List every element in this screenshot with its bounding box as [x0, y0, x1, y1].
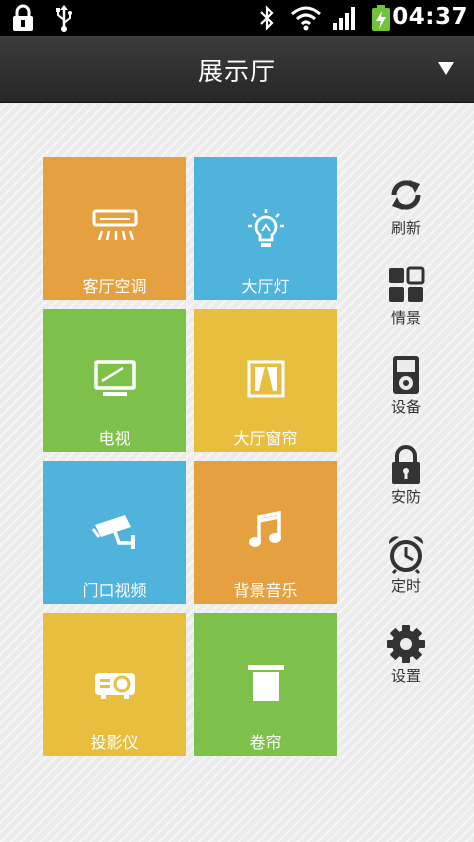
lock-icon — [10, 4, 36, 36]
scene-label: 情景 — [390, 309, 421, 327]
page-title: 展示厅 — [197, 57, 276, 86]
settings-label: 设置 — [390, 667, 421, 685]
security-button[interactable]: 安防 — [378, 445, 434, 525]
settings-button[interactable]: 设置 — [378, 624, 434, 704]
triangle-down-icon[interactable] — [438, 62, 454, 75]
light-bulb-icon — [194, 207, 337, 251]
battery-charging-icon — [370, 4, 392, 36]
tile-label: 大厅灯 — [241, 277, 290, 296]
usb-icon — [54, 4, 74, 36]
tile-label: 大厅窗帘 — [233, 429, 298, 448]
signal-icon — [332, 4, 358, 36]
padlock-icon — [378, 445, 434, 484]
refresh-button[interactable]: 刷新 — [378, 176, 434, 256]
tile-roller-blind[interactable]: 卷帘 — [194, 613, 337, 756]
security-label: 安防 — [390, 488, 421, 506]
tv-icon — [43, 359, 186, 403]
tile-projector[interactable]: 投影仪 — [43, 613, 186, 756]
bluetooth-icon — [258, 4, 276, 36]
air-conditioner-icon — [43, 207, 186, 251]
wifi-icon — [290, 4, 322, 36]
app-header: 展示厅 — [0, 36, 474, 103]
timer-label: 定时 — [390, 577, 421, 595]
status-bar: 04:37 — [0, 0, 474, 36]
projector-icon — [43, 663, 186, 707]
tile-door-video[interactable]: 门口视频 — [43, 461, 186, 604]
scene-button[interactable]: 情景 — [378, 266, 434, 346]
tile-background-music[interactable]: 背景音乐 — [194, 461, 337, 604]
gear-icon — [378, 624, 434, 663]
alarm-clock-icon — [378, 534, 434, 574]
tile-label: 门口视频 — [82, 581, 147, 600]
tile-label: 卷帘 — [249, 733, 282, 752]
tile-label: 电视 — [98, 429, 131, 448]
tile-hall-light[interactable]: 大厅灯 — [194, 157, 337, 300]
tile-label: 背景音乐 — [233, 581, 298, 600]
device-icon — [378, 355, 434, 394]
refresh-icon — [378, 176, 434, 214]
tile-tv[interactable]: 电视 — [43, 309, 186, 452]
device-label: 设备 — [390, 398, 421, 416]
device-button[interactable]: 设备 — [378, 355, 434, 435]
tile-label: 投影仪 — [90, 733, 139, 752]
clock-time: 04:37 — [392, 4, 468, 30]
timer-button[interactable]: 定时 — [378, 534, 434, 614]
scene-grid-icon — [378, 266, 434, 304]
roller-blind-icon — [194, 663, 337, 707]
tile-living-room-ac[interactable]: 客厅空调 — [43, 157, 186, 300]
tile-hall-curtain[interactable]: 大厅窗帘 — [194, 309, 337, 452]
curtain-icon — [194, 359, 337, 403]
music-note-icon — [194, 511, 337, 555]
refresh-label: 刷新 — [390, 219, 421, 237]
security-camera-icon — [43, 511, 186, 555]
tile-label: 客厅空调 — [82, 277, 147, 296]
